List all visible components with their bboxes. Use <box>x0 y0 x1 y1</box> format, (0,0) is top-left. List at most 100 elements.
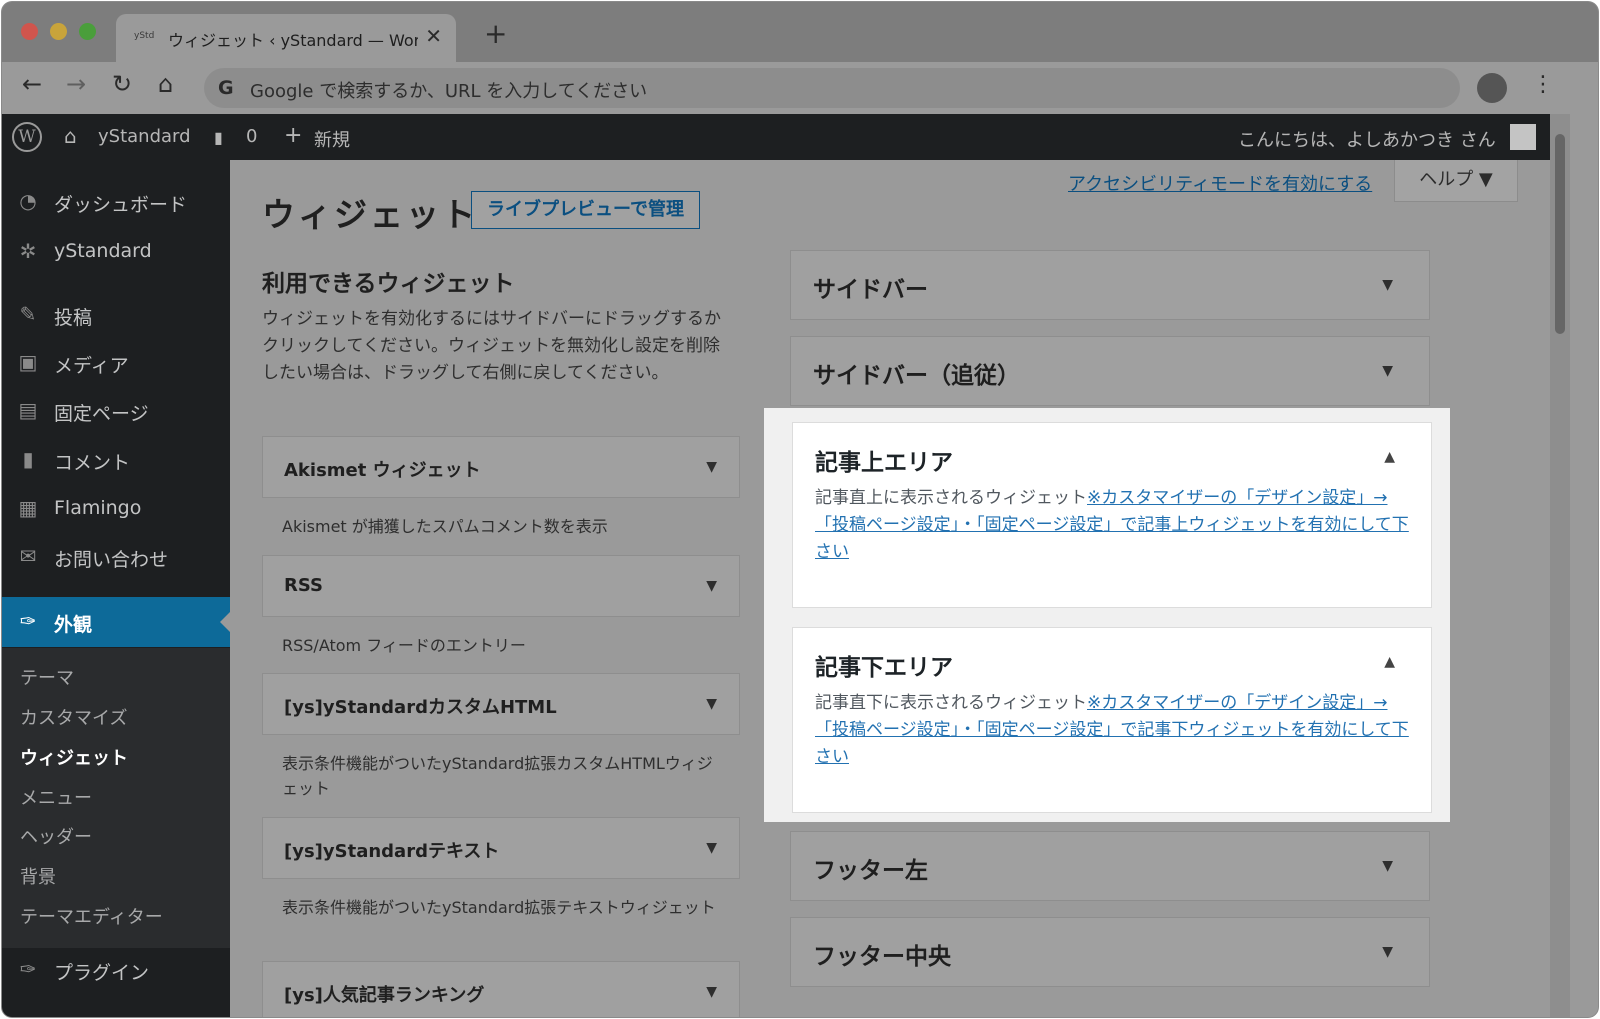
submenu-themes[interactable]: テーマ <box>20 664 74 690</box>
minimize-window-button[interactable] <box>50 23 67 40</box>
menu-label: メディア <box>54 355 129 377</box>
address-placeholder: Google で検索するか、URL を入力してください <box>250 81 648 102</box>
caret-up-icon[interactable]: ▲ <box>1384 654 1395 670</box>
widget-rss[interactable]: RSS ▼ <box>262 555 740 617</box>
close-tab-icon[interactable]: ✕ <box>425 24 442 48</box>
submenu-theme-editor[interactable]: テーマエディター <box>20 903 163 929</box>
area-title: サイドバー <box>813 277 928 303</box>
submenu-widgets[interactable]: ウィジェット <box>20 744 128 770</box>
widget-title: [ys]yStandardテキスト <box>284 841 500 862</box>
area-title: 記事下エリア <box>815 655 953 681</box>
area-below-article[interactable]: 記事下エリア ▲ 記事直下に表示されるウィジェット※カスタマイザーの「デザイン設… <box>792 627 1432 813</box>
caret-down-icon[interactable]: ▼ <box>706 578 717 594</box>
page-icon: ▤ <box>18 398 38 422</box>
caret-up-icon[interactable]: ▲ <box>1384 449 1395 465</box>
new-tab-button[interactable]: + <box>484 20 507 48</box>
wp-admin-bar: W ⌂ yStandard ▮ 0 + 新規 こんにちは、よしあかつき さん <box>2 114 1550 160</box>
menu-dashboard[interactable]: ◔ ダッシュボード <box>2 180 230 222</box>
widget-title: [ys]人気記事ランキング <box>284 985 485 1006</box>
browser-menu-icon[interactable]: ⋮ <box>1532 72 1554 97</box>
caret-down-icon[interactable]: ▼ <box>706 459 717 475</box>
widget-ys-custom-html[interactable]: [ys]yStandardカスタムHTML ▼ <box>262 673 740 735</box>
submenu-customize[interactable]: カスタマイズ <box>20 704 127 730</box>
menu-label: 固定ページ <box>54 403 149 425</box>
caret-down-icon[interactable]: ▼ <box>706 696 717 712</box>
area-description: 記事直下に表示されるウィジェット※カスタマイザーの「デザイン設定」→「投稿ページ… <box>815 693 1409 767</box>
comment-count[interactable]: 0 <box>246 126 257 147</box>
submenu-background[interactable]: 背景 <box>20 863 56 889</box>
address-bar[interactable]: G Google で検索するか、URL を入力してください <box>204 68 1460 108</box>
menu-plugins[interactable]: ✑ プラグイン <box>2 948 230 990</box>
user-greeting[interactable]: こんにちは、よしあかつき さん <box>1238 126 1496 152</box>
wordpress-logo-icon[interactable]: W <box>12 122 42 152</box>
appearance-submenu: テーマ カスタマイズ ウィジェット メニュー ヘッダー 背景 テーマエディター <box>2 648 230 948</box>
area-title: フッター左 <box>813 858 928 884</box>
forward-arrow-icon[interactable]: → <box>66 72 86 96</box>
area-sidebar-fixed[interactable]: サイドバー（追従） ▼ <box>790 336 1430 406</box>
area-title: サイドバー（追従） <box>813 363 1020 389</box>
widget-akismet[interactable]: Akismet ウィジェット ▼ <box>262 436 740 498</box>
widget-ys-ranking[interactable]: [ys]人気記事ランキング ▼ <box>262 961 740 1017</box>
comment-icon: ▮ <box>214 128 223 147</box>
available-widgets-description: ウィジェットを有効化するにはサイドバーにドラッグするかクリックしてください。ウィ… <box>262 309 721 383</box>
menu-pages[interactable]: ▤ 固定ページ <box>2 389 230 431</box>
live-preview-button[interactable]: ライブプレビューで管理 <box>471 191 700 229</box>
page-scrollbar[interactable] <box>1550 114 1570 1017</box>
caret-down-icon[interactable]: ▼ <box>1382 277 1393 293</box>
menu-comments[interactable]: ▮ コメント <box>2 438 230 480</box>
active-indicator <box>220 612 230 632</box>
media-icon: ▣ <box>18 350 38 374</box>
close-window-button[interactable] <box>21 23 38 40</box>
menu-label: コメント <box>54 452 131 474</box>
accessibility-mode-link[interactable]: アクセシビリティモードを有効にする <box>1068 170 1372 196</box>
area-above-article[interactable]: 記事上エリア ▲ 記事直上に表示されるウィジェット※カスタマイザーの「デザイン設… <box>792 422 1432 608</box>
google-icon: G <box>218 77 234 99</box>
caret-down-icon[interactable]: ▼ <box>1382 363 1393 379</box>
menu-flamingo[interactable]: ▦ Flamingo <box>2 487 230 529</box>
new-content-link[interactable]: 新規 <box>314 126 350 152</box>
menu-media[interactable]: ▣ メディア <box>2 341 230 383</box>
tab-title: ウィジェット ‹ yStandard — WordPress <box>168 31 418 50</box>
area-sidebar[interactable]: サイドバー ▼ <box>790 250 1430 320</box>
widget-description: RSS/Atom フィードのエントリー <box>282 636 526 655</box>
scroll-thumb[interactable] <box>1555 134 1565 334</box>
back-arrow-icon[interactable]: ← <box>22 72 42 96</box>
area-title: 記事上エリア <box>815 450 953 476</box>
mail-icon: ✉ <box>19 544 37 568</box>
site-name-link[interactable]: yStandard <box>98 126 191 147</box>
submenu-menus[interactable]: メニュー <box>20 784 92 810</box>
menu-appearance[interactable]: ✑ 外観 <box>2 597 230 647</box>
area-footer-center[interactable]: フッター中央 ▼ <box>790 917 1430 987</box>
caret-down-icon[interactable]: ▼ <box>1382 944 1393 960</box>
menu-contact[interactable]: ✉ お問い合わせ <box>2 535 230 577</box>
caret-down-icon[interactable]: ▼ <box>706 840 717 856</box>
favicon-icon: yStd <box>134 31 155 41</box>
menu-label: Flamingo <box>54 497 142 519</box>
maximize-window-button[interactable] <box>79 23 96 40</box>
profile-avatar[interactable] <box>1477 73 1507 103</box>
home-icon[interactable]: ⌂ <box>158 72 173 96</box>
gear-icon: ✲ <box>19 239 37 263</box>
help-button[interactable]: ヘルプ ▼ <box>1394 160 1518 202</box>
browser-window: yStd ウィジェット ‹ yStandard — WordPress ✕ + … <box>2 2 1598 1017</box>
user-avatar[interactable] <box>1510 124 1536 150</box>
menu-posts[interactable]: ✎ 投稿 <box>2 293 230 335</box>
browser-toolbar: ← → ↻ ⌂ G Google で検索するか、URL を入力してください ⋮ <box>2 62 1598 114</box>
caret-down-icon[interactable]: ▼ <box>1382 858 1393 874</box>
home-icon: ⌂ <box>64 124 77 148</box>
menu-label: ダッシュボード <box>54 194 188 216</box>
menu-label: プラグイン <box>54 962 150 984</box>
area-footer-left[interactable]: フッター左 ▼ <box>790 831 1430 901</box>
caret-down-icon[interactable]: ▼ <box>706 984 717 1000</box>
area-title: フッター中央 <box>813 944 951 970</box>
browser-tab[interactable]: yStd ウィジェット ‹ yStandard — WordPress ✕ <box>116 14 456 62</box>
widget-ys-text[interactable]: [ys]yStandardテキスト ▼ <box>262 817 740 879</box>
menu-ystandard[interactable]: ✲ yStandard <box>2 230 230 272</box>
plugin-icon: ✑ <box>19 957 37 981</box>
submenu-header[interactable]: ヘッダー <box>20 823 92 849</box>
widget-description: 表示条件機能がついたyStandard拡張カスタムHTMLウィジェット <box>282 754 713 798</box>
pin-icon: ✎ <box>19 302 37 326</box>
brush-icon: ✑ <box>19 609 37 633</box>
reload-icon[interactable]: ↻ <box>112 72 132 96</box>
admin-sidebar: ◔ ダッシュボード ✲ yStandard ✎ 投稿 ▣ メディア ▤ 固定ペー… <box>2 160 230 1017</box>
